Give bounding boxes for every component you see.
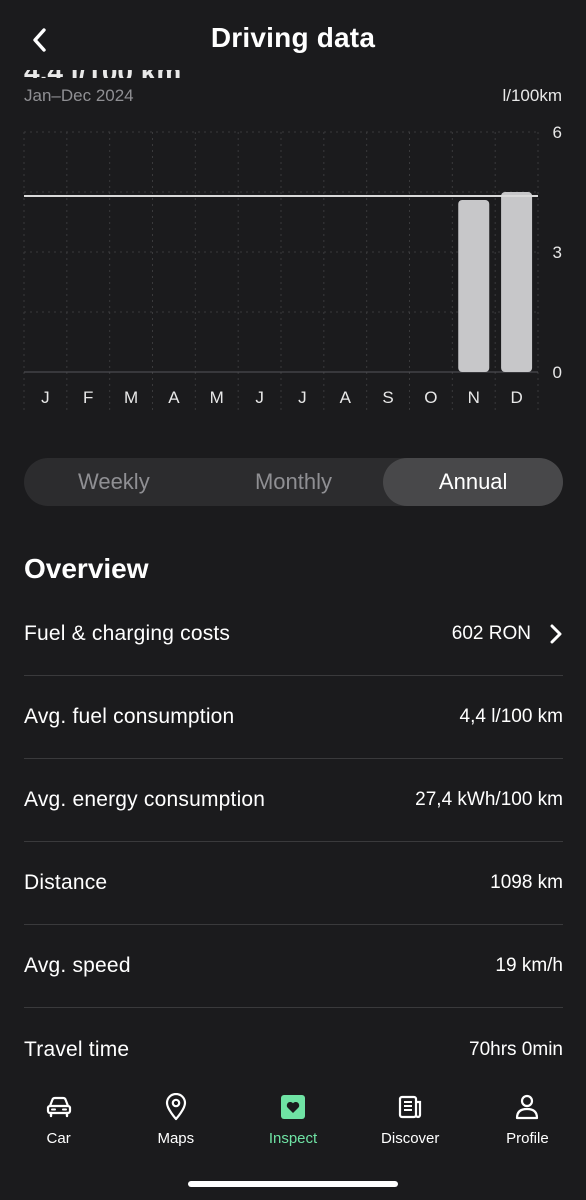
tab-label: Discover: [381, 1130, 440, 1147]
news-icon: [395, 1092, 425, 1122]
period-label: Jan–Dec 2024: [24, 86, 134, 105]
x-tick-label: A: [168, 388, 180, 407]
person-icon: [512, 1092, 542, 1122]
home-indicator: [188, 1181, 398, 1187]
chevron-right-icon: [550, 624, 562, 644]
car-icon: [44, 1092, 74, 1122]
row-value: 4,4 l/100 km: [459, 706, 564, 727]
row-label: Avg. speed: [24, 954, 131, 977]
row-avg-fuel-consumption: Avg. fuel consumption 4,4 l/100 km: [24, 676, 563, 759]
row-fuel-charging-costs[interactable]: Fuel & charging costs 602 RON: [24, 593, 563, 676]
tab-car[interactable]: Car: [0, 1078, 117, 1200]
heart-icon: [278, 1092, 308, 1122]
x-tick-label: F: [83, 388, 93, 407]
row-value: 70hrs 0min: [469, 1038, 563, 1060]
x-tick-label: J: [255, 388, 264, 407]
tab-label: Maps: [157, 1130, 195, 1147]
bar-11: [501, 192, 533, 372]
row-value: 27,4 kWh/100 km: [415, 789, 563, 810]
row-value-wrap: 602 RON: [452, 623, 563, 645]
x-tick-label: N: [468, 388, 480, 407]
row-label: Avg. energy consumption: [24, 788, 266, 811]
row-distance: Distance 1098 km: [24, 842, 563, 925]
x-tick-label: M: [124, 388, 138, 407]
x-tick-label: J: [298, 388, 307, 407]
tab-label: Inspect: [268, 1130, 318, 1147]
tab-profile[interactable]: Profile: [469, 1078, 586, 1200]
unit-label: l/100km: [502, 86, 562, 105]
chart-svg: 6 3 0 J F M A M J J A S O N D: [23, 123, 562, 410]
row-value: 19 km/h: [495, 955, 563, 976]
page-title: Driving data: [210, 22, 376, 53]
row-avg-energy-consumption: Avg. energy consumption 27,4 kWh/100 km: [24, 759, 563, 842]
header: Driving data: [0, 0, 586, 80]
x-tick-label: J: [41, 388, 50, 407]
overview-list: Fuel & charging costs 602 RON Avg. fuel …: [24, 593, 563, 1091]
x-tick-label: S: [382, 388, 393, 407]
overview-title: Overview: [24, 553, 149, 584]
row-label: Fuel & charging costs: [24, 622, 231, 645]
bar-10: [458, 200, 490, 372]
row-value: 602 RON: [451, 623, 531, 644]
y-tick-label: 3: [553, 243, 562, 262]
row-value: 1098 km: [490, 872, 563, 893]
x-tick-label: O: [424, 388, 437, 407]
row-avg-speed: Avg. speed 19 km/h: [24, 925, 563, 1008]
tab-label: Profile: [506, 1130, 549, 1147]
period-selector: Weekly Monthly Annual: [24, 458, 564, 506]
segment-monthly[interactable]: Monthly: [204, 458, 384, 506]
y-tick-label: 0: [553, 363, 562, 382]
segment-annual[interactable]: Annual: [383, 458, 564, 506]
x-tick-label: D: [510, 388, 522, 407]
segment-weekly[interactable]: Weekly: [24, 458, 204, 506]
map-pin-icon: [161, 1092, 191, 1122]
row-label: Distance: [24, 871, 108, 894]
consumption-chart: 6 3 0 J F M A M J J A S O N D: [0, 118, 586, 418]
x-tick-label: M: [210, 388, 224, 407]
y-tick-label: 6: [553, 123, 562, 142]
row-label: Travel time: [24, 1037, 130, 1061]
x-tick-label: A: [340, 388, 352, 407]
row-label: Avg. fuel consumption: [24, 705, 235, 728]
tab-label: Car: [46, 1130, 71, 1147]
